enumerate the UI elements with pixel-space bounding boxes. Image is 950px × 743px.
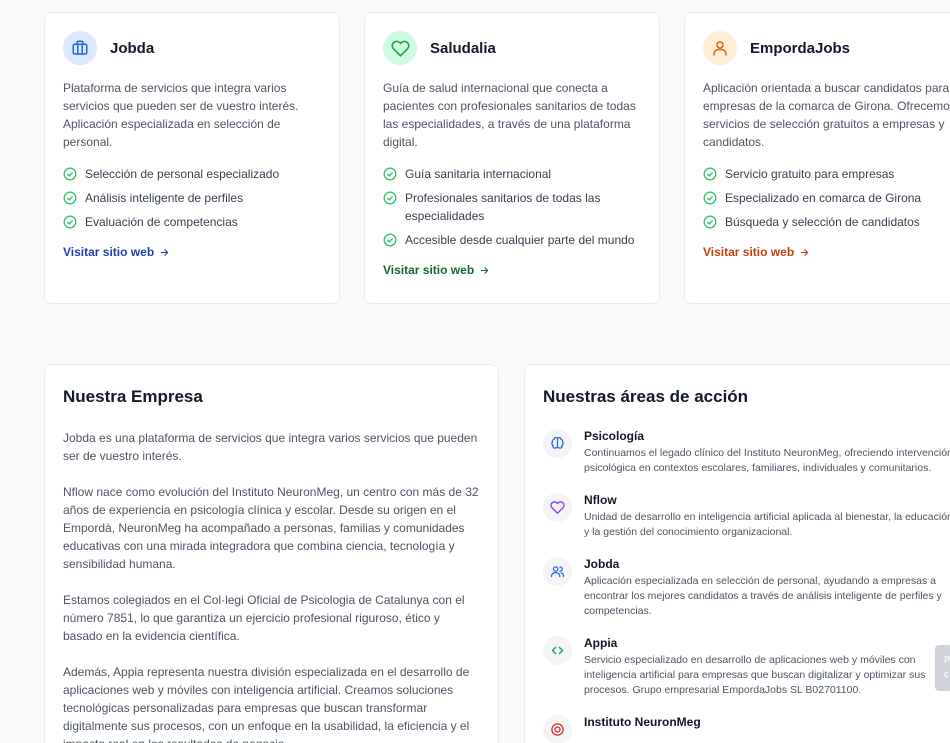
feature-list: Servicio gratuito para empresas Especial… (703, 165, 950, 231)
area-item-psicologia: Psicología Continuamos el legado clínico… (543, 429, 950, 476)
product-title: Jobda (110, 39, 155, 57)
area-name: Instituto NeuronMeg (584, 715, 701, 729)
code-icon (543, 636, 572, 665)
area-description: Aplicación especializada en selección de… (584, 575, 942, 617)
feature-item: Evaluación de competencias (63, 213, 321, 231)
area-description: Continuamos el legado clínico del Instit… (584, 447, 950, 474)
product-description: Guía de salud internacional que conecta … (383, 81, 636, 149)
feature-item: Selección de personal especializado (63, 165, 321, 183)
feature-text: Servicio gratuito para empresas (725, 167, 895, 181)
area-item-appia: Appia Servicio especializado en desarrol… (543, 636, 950, 698)
product-description: Aplicación orientada a buscar candidatos… (703, 81, 950, 149)
check-circle-icon (383, 233, 397, 247)
arrow-right-icon (800, 248, 809, 256)
link-label: Visitar sitio web (383, 263, 475, 277)
target-icon (543, 715, 572, 743)
check-circle-icon (383, 191, 397, 205)
area-description: Servicio especializado en desarrollo de … (584, 654, 926, 696)
feature-text: Análisis inteligente de perfiles (85, 191, 244, 205)
check-circle-icon (63, 215, 77, 229)
area-item-nflow: Nflow Unidad de desarrollo en inteligenc… (543, 493, 950, 540)
feature-item: Servicio gratuito para empresas (703, 165, 950, 183)
visit-website-link-empordajobs[interactable]: Visitar sitio web (703, 245, 810, 259)
area-name: Jobda (584, 557, 620, 571)
feature-text: Evaluación de competencias (85, 215, 238, 229)
arrow-right-icon (160, 248, 169, 256)
feature-text: Accesible desde cualquier parte del mund… (405, 233, 635, 247)
feature-text: Profesionales sanitarios de todas las es… (405, 191, 601, 223)
company-card: Nuestra Empresa Jobda es una plataforma … (44, 364, 499, 743)
check-circle-icon (383, 167, 397, 181)
feature-item: Profesionales sanitarios de todas las es… (383, 189, 641, 225)
company-title: Nuestra Empresa (63, 387, 203, 406)
visit-website-link-jobda[interactable]: Visitar sitio web (63, 245, 170, 259)
feature-item: Guía sanitaria internacional (383, 165, 641, 183)
company-paragraph: Jobda es una plataforma de servicios que… (63, 431, 478, 463)
areas-list: Psicología Continuamos el legado clínico… (543, 429, 950, 743)
feature-item: Análisis inteligente de perfiles (63, 189, 321, 207)
heart-icon (543, 493, 572, 522)
page: Jobda Plataforma de servicios que integr… (0, 0, 950, 743)
check-circle-icon (63, 191, 77, 205)
area-name: Nflow (584, 493, 617, 507)
floating-tab-text: c (944, 669, 949, 679)
floating-tab[interactable]: P c (935, 645, 950, 691)
heart-icon (383, 31, 417, 65)
area-name: Psicología (584, 429, 645, 443)
check-circle-icon (63, 167, 77, 181)
product-description: Plataforma de servicios que integra vari… (63, 81, 299, 149)
link-label: Visitar sitio web (703, 245, 795, 259)
product-card-empordajobs: EmpordaJobs Aplicación orientada a busca… (684, 12, 950, 304)
feature-list: Guía sanitaria internacional Profesional… (383, 165, 641, 249)
area-item-jobda: Jobda Aplicación especializada en selecc… (543, 557, 950, 619)
company-paragraph: Estamos colegiados en el Col·legi Oficia… (63, 593, 465, 643)
company-paragraph: Nflow nace como evolución del Instituto … (63, 485, 479, 571)
users-icon (543, 557, 572, 586)
feature-item: Accesible desde cualquier parte del mund… (383, 231, 641, 249)
product-title: EmpordaJobs (750, 39, 851, 57)
user-icon (703, 31, 737, 65)
area-description: Unidad de desarrollo en inteligencia art… (584, 511, 950, 538)
product-card-saludalia: Saludalia Guía de salud internacional qu… (364, 12, 660, 304)
feature-list: Selección de personal especializado Anál… (63, 165, 321, 231)
link-label: Visitar sitio web (63, 245, 155, 259)
company-paragraph: Además, Appia representa nuestra divisió… (63, 665, 470, 743)
check-circle-icon (703, 191, 717, 205)
floating-tab-text: P (944, 655, 950, 665)
check-circle-icon (703, 167, 717, 181)
area-name: Appia (584, 636, 618, 650)
feature-item: Búsqueda y selección de candidatos (703, 213, 950, 231)
feature-text: Especializado en comarca de Girona (725, 191, 922, 205)
areas-card: Nuestras áreas de acción Psicología Cont… (524, 364, 950, 743)
areas-title: Nuestras áreas de acción (543, 387, 749, 406)
check-circle-icon (703, 215, 717, 229)
feature-text: Selección de personal especializado (85, 167, 280, 181)
feature-item: Especializado en comarca de Girona (703, 189, 950, 207)
visit-website-link-saludalia[interactable]: Visitar sitio web (383, 263, 490, 277)
area-item-instituto-neuronmeg: Instituto NeuronMeg (543, 715, 950, 743)
feature-text: Guía sanitaria internacional (405, 167, 552, 181)
product-card-jobda: Jobda Plataforma de servicios que integr… (44, 12, 340, 304)
product-title: Saludalia (430, 39, 496, 57)
feature-text: Búsqueda y selección de candidatos (725, 215, 920, 229)
briefcase-icon (63, 31, 97, 65)
brain-icon (543, 429, 572, 458)
arrow-right-icon (480, 266, 489, 274)
